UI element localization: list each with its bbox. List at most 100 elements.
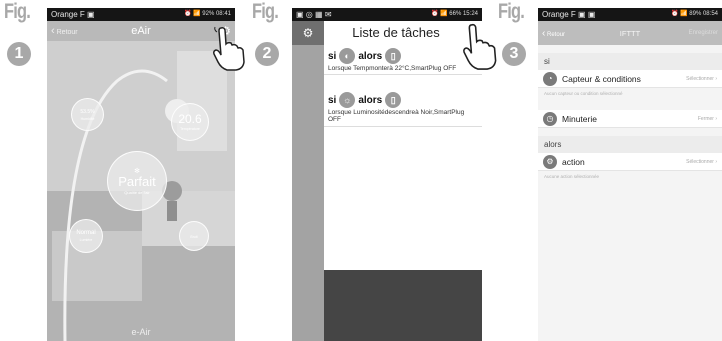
gear-icon: ⚙ [302, 26, 314, 40]
fig-label-2: Fig. [252, 0, 279, 23]
sensor-conditions-row[interactable]: ◔ Capteur & conditions Sélectionner › [538, 70, 722, 88]
gallery-icon: ▦ [315, 10, 323, 19]
task-rule: si ◐ alors ▯ [328, 48, 478, 64]
phone-screen-eair: Orange F ▣ ⏰ 📶 92% 08:41 ‹ Retour eAir ⚙ [47, 8, 235, 341]
plug-icon: ▯ [385, 92, 402, 108]
brand-label: e-Air [131, 327, 151, 337]
humidity-label: Humidité [80, 116, 95, 121]
timer-row[interactable]: ◷ Minuterie Fermer › [538, 110, 722, 128]
fig-number-3: 3 [502, 42, 526, 66]
notification-icons: ▣ ◎ ▦ ✉ [296, 8, 332, 21]
si-section-label: si [538, 53, 722, 70]
alarm-icon: ⏰ [670, 11, 679, 17]
chevron-right-icon: › [715, 158, 717, 165]
settings-action-icon: ⚙ [543, 154, 557, 169]
carrier-name: Orange F [51, 10, 85, 19]
task-description: Lorsque Luminositédescendreà Noir,SmartP… [328, 109, 465, 124]
living-room-background: 53.5% Humidité 20.6 Température ✻ Parfai… [47, 41, 235, 341]
battery-time: 92% 08:41 [202, 11, 231, 17]
temperature-bubble[interactable]: 20.6 Température [171, 103, 209, 141]
action-row[interactable]: ⚙ action Sélectionner › [538, 153, 722, 171]
task-description: Lorsque Tempmonterà 22°C,SmartPlug OFF [328, 65, 457, 72]
status-right: ⏰ 📶 92% 08:41 [184, 8, 231, 21]
noise-bubble[interactable]: Bruit [179, 221, 209, 251]
air-quality-value: Parfait [118, 174, 156, 189]
action-label: action [562, 156, 585, 167]
battery-time: 66% 15:24 [449, 11, 478, 17]
alarm-icon: ⏰ [183, 11, 192, 17]
sensor-action-label: Sélectionner [686, 75, 714, 82]
status-bar: Orange F ▣ ⏰ 📶 92% 08:41 [47, 8, 235, 21]
status-right: ⏰ 📶 89% 08:54 [671, 8, 718, 21]
fig-number-1: 1 [7, 42, 31, 66]
action-action-label: Sélectionner [686, 158, 714, 165]
sidebar-background [292, 21, 324, 341]
timer-close-action: Fermer › [698, 116, 717, 122]
status-right: ⏰ 📶 66% 15:24 [431, 8, 478, 21]
status-bar: Orange F ▣ ▣ ⏰ 📶 89% 08:54 [538, 8, 722, 21]
task-rule: si ☼ alors ▯ [328, 92, 478, 108]
wifi-icon: 📶 [193, 11, 201, 17]
sun-icon: ☼ [339, 92, 356, 108]
alors-label: alors [358, 94, 383, 106]
noise-label: Bruit [190, 235, 198, 239]
phone-screen-task-list: ▣ ◎ ▦ ✉ ⏰ 📶 66% 15:24 ⚙ Liste de tâches … [292, 8, 482, 341]
mail-icon: ▣ [587, 10, 596, 19]
timer-action-label: Fermer [697, 115, 714, 122]
task-item[interactable]: si ◐ alors ▯ Lorsque Tempmonterà 22°C,Sm… [324, 46, 482, 76]
light-value: Normal [76, 230, 96, 236]
chevron-right-icon: › [715, 115, 717, 122]
chevron-right-icon: › [715, 75, 717, 82]
back-button[interactable]: ‹ Retour [51, 25, 78, 37]
status-bar: ▣ ◎ ▦ ✉ ⏰ 📶 66% 15:24 [292, 8, 482, 21]
task-item[interactable]: si ☼ alors ▯ Lorsque Luminositédescendre… [324, 90, 482, 127]
chevron-left-icon: ‹ [51, 25, 55, 37]
si-label: si [328, 94, 337, 106]
wifi-icon: 📶 [440, 11, 448, 17]
carrier-name: Orange F [542, 10, 576, 19]
phone-screen-ifttt: Orange F ▣ ▣ ⏰ 📶 89% 08:54 ‹ Retour IFTT… [538, 8, 722, 341]
image-notification-icon: ▣ [578, 10, 586, 19]
air-quality-label: Qualité de l'air [124, 190, 150, 195]
image-notification-icon: ▣ [296, 10, 304, 19]
app-header: ⚙ Liste de tâches [292, 21, 482, 45]
carrier-label: Orange F ▣ ▣ [542, 8, 595, 21]
humidity-bubble[interactable]: 53.5% Humidité [71, 98, 104, 131]
fig-number-2: 2 [255, 42, 279, 66]
record-icon: ◎ [305, 10, 313, 19]
fig-label-3: Fig. [498, 0, 525, 23]
battery-time: 89% 08:54 [689, 11, 718, 17]
alarm-icon: ⏰ [430, 11, 439, 17]
alors-label: alors [358, 50, 383, 62]
temperature-label: Température [180, 127, 200, 131]
si-label: si [328, 50, 337, 62]
instruction-figure: Fig. 1 Fig. 2 Fig. 3 Orange F ▣ ⏰ 📶 92% … [0, 0, 722, 341]
wifi-icon: 📶 [680, 11, 688, 17]
sensor-empty-note: Aucun capteur ou condition sélectionné [544, 91, 623, 96]
menu-settings-button[interactable]: ⚙ [292, 21, 324, 45]
action-select-action: Sélectionner › [686, 159, 717, 165]
sensor-icon: ◔ [543, 71, 557, 86]
chevron-left-icon: ‹ [542, 27, 546, 39]
app-header: ‹ Retour eAir ⚙ [47, 21, 235, 41]
app-header: ‹ Retour IFTTT Enregistrer [538, 21, 722, 45]
sensor-conditions-label: Capteur & conditions [562, 73, 641, 84]
action-empty-note: Aucune action sélectionnée [544, 174, 600, 179]
timer-label: Minuterie [562, 113, 597, 124]
hand-pointer-icon [463, 23, 497, 70]
carrier-label: Orange F ▣ [51, 8, 95, 21]
save-button[interactable]: Enregistrer [689, 30, 718, 36]
air-quality-bubble[interactable]: ✻ Parfait Qualité de l'air [107, 151, 167, 211]
mail-icon: ✉ [324, 10, 332, 19]
light-label: Lumière [79, 238, 93, 242]
back-button[interactable]: ‹ Retour [542, 28, 565, 39]
hand-pointer-icon [212, 26, 245, 71]
back-label: Retour [547, 31, 566, 38]
thermometer-icon: ◐ [339, 48, 356, 64]
image-notification-icon: ▣ [87, 10, 95, 19]
clock-icon: ◷ [543, 111, 557, 126]
light-bubble[interactable]: Normal Lumière [69, 219, 103, 253]
